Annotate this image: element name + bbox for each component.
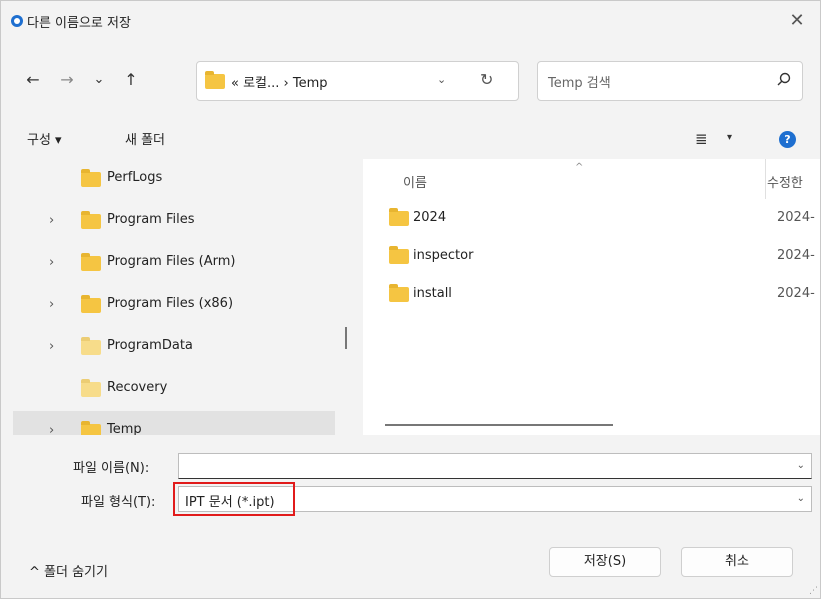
- chevron-right-icon[interactable]: ›: [49, 255, 54, 270]
- tree-item-temp[interactable]: › Temp: [13, 411, 335, 435]
- file-row[interactable]: inspector 2024-: [363, 239, 820, 275]
- recent-locations-button[interactable]: ⌄: [87, 68, 111, 92]
- folder-icon: [389, 284, 409, 302]
- column-divider[interactable]: [765, 159, 766, 199]
- pane-splitter[interactable]: [345, 327, 347, 349]
- title-bar: 다른 이름으로 저장 ✕: [1, 1, 820, 41]
- folder-icon: [81, 379, 101, 397]
- cancel-button[interactable]: 취소: [681, 547, 793, 577]
- address-bar[interactable]: « 로컬... › Temp ⌄ ↻: [196, 61, 519, 101]
- file-row[interactable]: 2024 2024-: [363, 201, 820, 237]
- file-list: 이름 ^ 수정한 2024 2024- inspector 2024- inst…: [363, 159, 820, 435]
- search-placeholder: Temp 검색: [548, 76, 611, 91]
- horizontal-scrollbar[interactable]: [385, 424, 613, 426]
- tree-item-label: Temp: [107, 422, 142, 435]
- search-input[interactable]: Temp 검색: [537, 61, 803, 101]
- tree-item-program-files-arm[interactable]: › Program Files (Arm): [13, 243, 335, 285]
- column-modified-header[interactable]: 수정한: [767, 172, 803, 191]
- column-name-header[interactable]: 이름: [403, 172, 427, 191]
- folder-icon: [81, 337, 101, 355]
- new-folder-button[interactable]: 새 폴더: [125, 129, 165, 148]
- organize-button[interactable]: 구성 ▾: [27, 129, 62, 148]
- tree-item-label: Recovery: [107, 380, 168, 395]
- folder-icon: [205, 71, 225, 89]
- navigation-pane: PerfLogs › Program Files › Program Files…: [13, 159, 347, 435]
- tree-item-label: ProgramData: [107, 338, 193, 353]
- folder-icon: [81, 253, 101, 271]
- folder-icon: [389, 246, 409, 264]
- tree-item-label: PerfLogs: [107, 170, 163, 185]
- column-header: 이름 ^ 수정한: [363, 159, 820, 199]
- tree-item-label: Program Files: [107, 212, 195, 227]
- save-button[interactable]: 저장(S): [549, 547, 661, 577]
- up-button[interactable]: ↑: [119, 68, 143, 92]
- highlight-box: [173, 482, 295, 516]
- tree-item-program-files-x86[interactable]: › Program Files (x86): [13, 285, 335, 327]
- forward-button[interactable]: →: [55, 68, 79, 92]
- help-icon[interactable]: ?: [779, 131, 796, 148]
- chevron-right-icon[interactable]: ›: [49, 423, 54, 435]
- dialog-title: 다른 이름으로 저장: [27, 16, 131, 31]
- file-row[interactable]: install 2024-: [363, 277, 820, 313]
- folder-icon: [81, 295, 101, 313]
- filename-field[interactable]: ⌄: [178, 453, 812, 479]
- file-name: install: [413, 286, 452, 301]
- view-icon[interactable]: ≣: [695, 130, 708, 148]
- refresh-button[interactable]: ↻: [480, 70, 493, 89]
- chevron-down-icon[interactable]: ⌄: [437, 73, 446, 86]
- chevron-down-icon[interactable]: ⌄: [797, 460, 805, 471]
- filename-label: 파일 이름(N):: [73, 461, 150, 476]
- tree-item-perflogs[interactable]: PerfLogs: [13, 159, 335, 201]
- hide-folders-button[interactable]: ^ 폴더 숨기기: [29, 561, 108, 580]
- sort-ascending-icon: ^: [575, 162, 584, 173]
- folder-icon: [81, 211, 101, 229]
- tree-item-label: Program Files (Arm): [107, 254, 236, 269]
- chevron-right-icon[interactable]: ›: [49, 339, 54, 354]
- save-as-dialog: 다른 이름으로 저장 ✕ ← → ⌄ ↑ « 로컬... › Temp ⌄ ↻ …: [0, 0, 821, 599]
- chevron-right-icon[interactable]: ›: [49, 213, 54, 228]
- file-name: inspector: [413, 248, 474, 263]
- navigation-bar: ← → ⌄ ↑ « 로컬... › Temp ⌄ ↻ Temp 검색: [1, 51, 820, 111]
- tree-item-recovery[interactable]: Recovery: [13, 369, 335, 411]
- command-bar: 구성 ▾ 새 폴더 ≣ ▾ ?: [1, 121, 820, 157]
- app-icon: [11, 15, 23, 27]
- file-modified: 2024-: [777, 210, 815, 225]
- file-modified: 2024-: [777, 248, 815, 263]
- address-path[interactable]: « 로컬... › Temp: [231, 72, 328, 91]
- resize-grip-icon[interactable]: ⋰: [809, 586, 818, 596]
- folder-icon: [81, 421, 101, 435]
- chevron-right-icon[interactable]: ›: [49, 297, 54, 312]
- tree-item-programdata[interactable]: › ProgramData: [13, 327, 335, 369]
- back-button[interactable]: ←: [21, 68, 45, 92]
- close-button[interactable]: ✕: [782, 7, 812, 35]
- folder-icon: [389, 208, 409, 226]
- tree-item-label: Program Files (x86): [107, 296, 234, 311]
- view-options-dropdown[interactable]: ▾: [727, 132, 732, 143]
- search-icon: [777, 72, 791, 86]
- chevron-down-icon[interactable]: ⌄: [797, 493, 805, 504]
- filetype-label: 파일 형식(T):: [81, 495, 156, 510]
- folder-icon: [81, 169, 101, 187]
- tree-item-program-files[interactable]: › Program Files: [13, 201, 335, 243]
- file-name: 2024: [413, 210, 447, 225]
- file-modified: 2024-: [777, 286, 815, 301]
